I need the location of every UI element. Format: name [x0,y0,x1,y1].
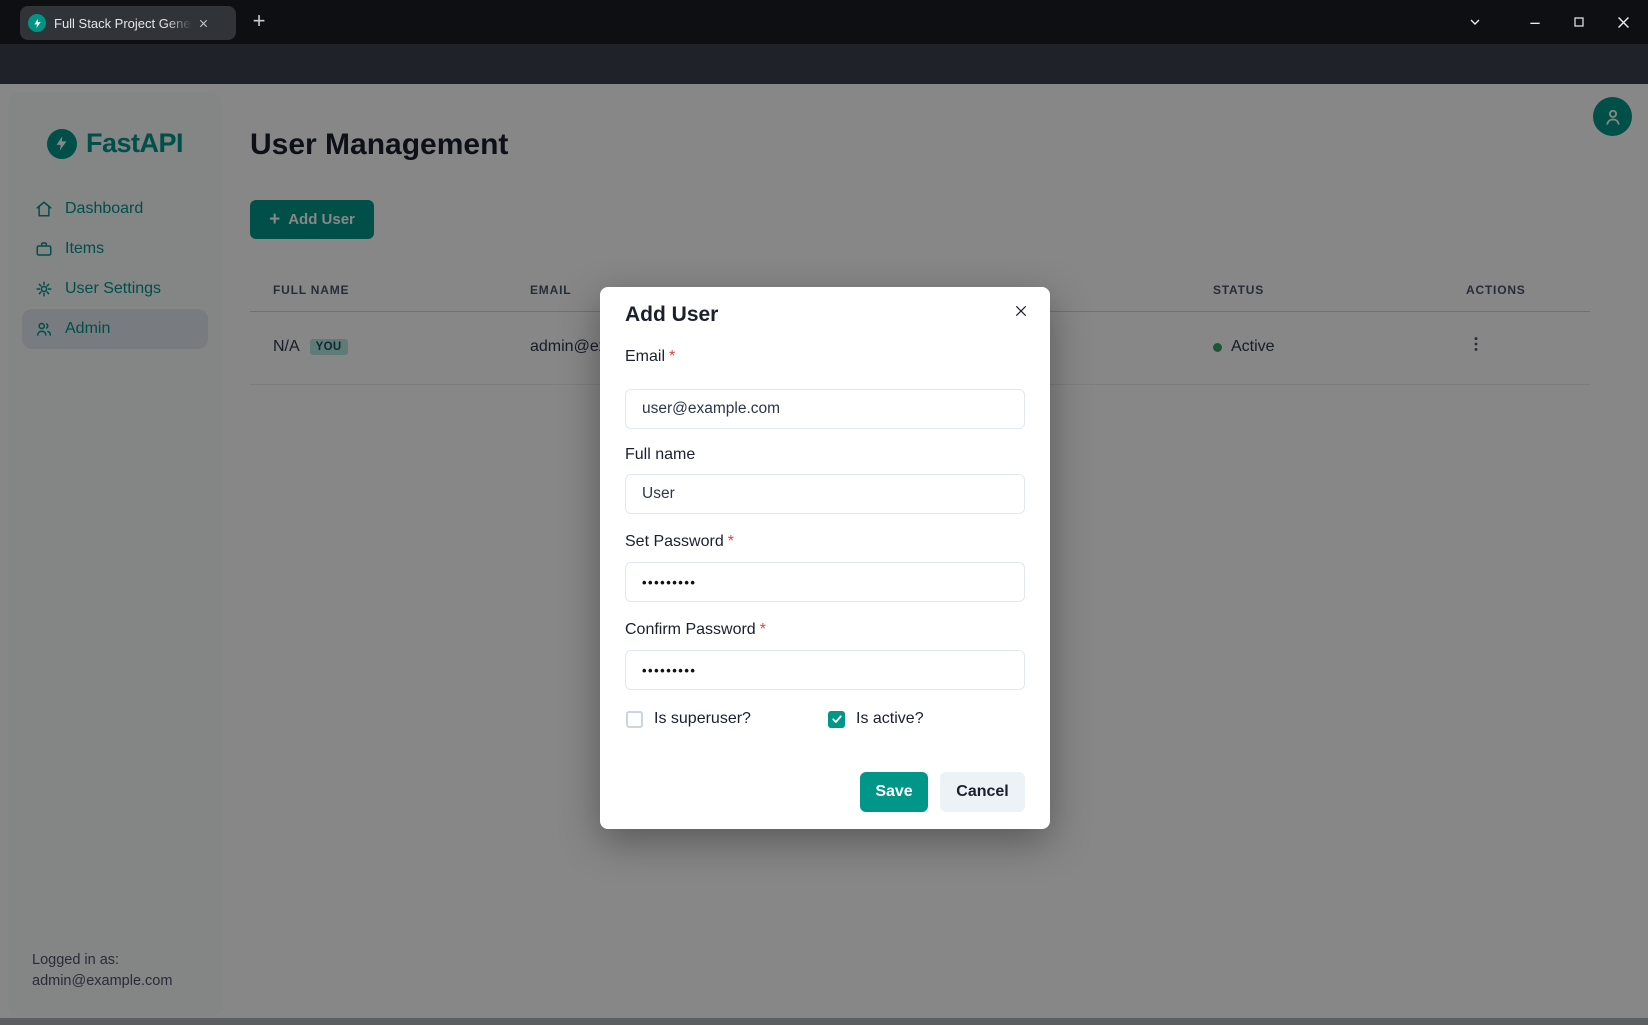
checkbox-checked-icon[interactable] [828,711,845,728]
email-label: Email* [625,348,675,366]
save-button[interactable]: Save [860,772,928,812]
is-superuser-checkbox[interactable]: Is superuser? [626,710,751,728]
tab-close-icon[interactable] [198,18,209,29]
new-tab-button[interactable]: + [246,9,272,35]
browser-tab[interactable]: Full Stack Project Genera [20,6,236,40]
window-close-button[interactable] [1608,7,1638,37]
checkbox-unchecked-icon[interactable] [626,711,643,728]
tab-title: Full Stack Project Genera [54,16,192,31]
close-icon[interactable] [1006,296,1036,326]
page-viewport: FastAPI Dashboard Items User Settings [0,84,1648,1025]
window-maximize-button[interactable] [1564,7,1594,37]
full-name-field[interactable] [625,474,1025,514]
cancel-button[interactable]: Cancel [940,772,1025,812]
add-user-modal: Add User Email* Full name Set Password* … [600,287,1050,829]
tab-strip: Full Stack Project Genera + [0,0,1648,44]
is-superuser-label: Is superuser? [654,710,751,728]
email-field[interactable] [625,389,1025,429]
required-asterisk: * [728,533,734,550]
chevron-down-icon[interactable] [1460,7,1490,37]
window-minimize-button[interactable] [1520,7,1550,37]
confirm-password-label: Confirm Password* [625,621,766,639]
modal-title: Add User [625,303,718,327]
set-password-field[interactable] [625,562,1025,602]
fastapi-bolt-icon [28,14,46,32]
set-password-label: Set Password* [625,533,734,551]
is-active-label: Is active? [856,710,924,728]
is-active-checkbox[interactable]: Is active? [828,710,924,728]
browser-toolbar: localhost/admin 1 [0,44,1648,84]
confirm-password-field[interactable] [625,650,1025,690]
required-asterisk: * [760,621,766,638]
full-name-label: Full name [625,446,699,464]
required-asterisk: * [669,348,675,365]
